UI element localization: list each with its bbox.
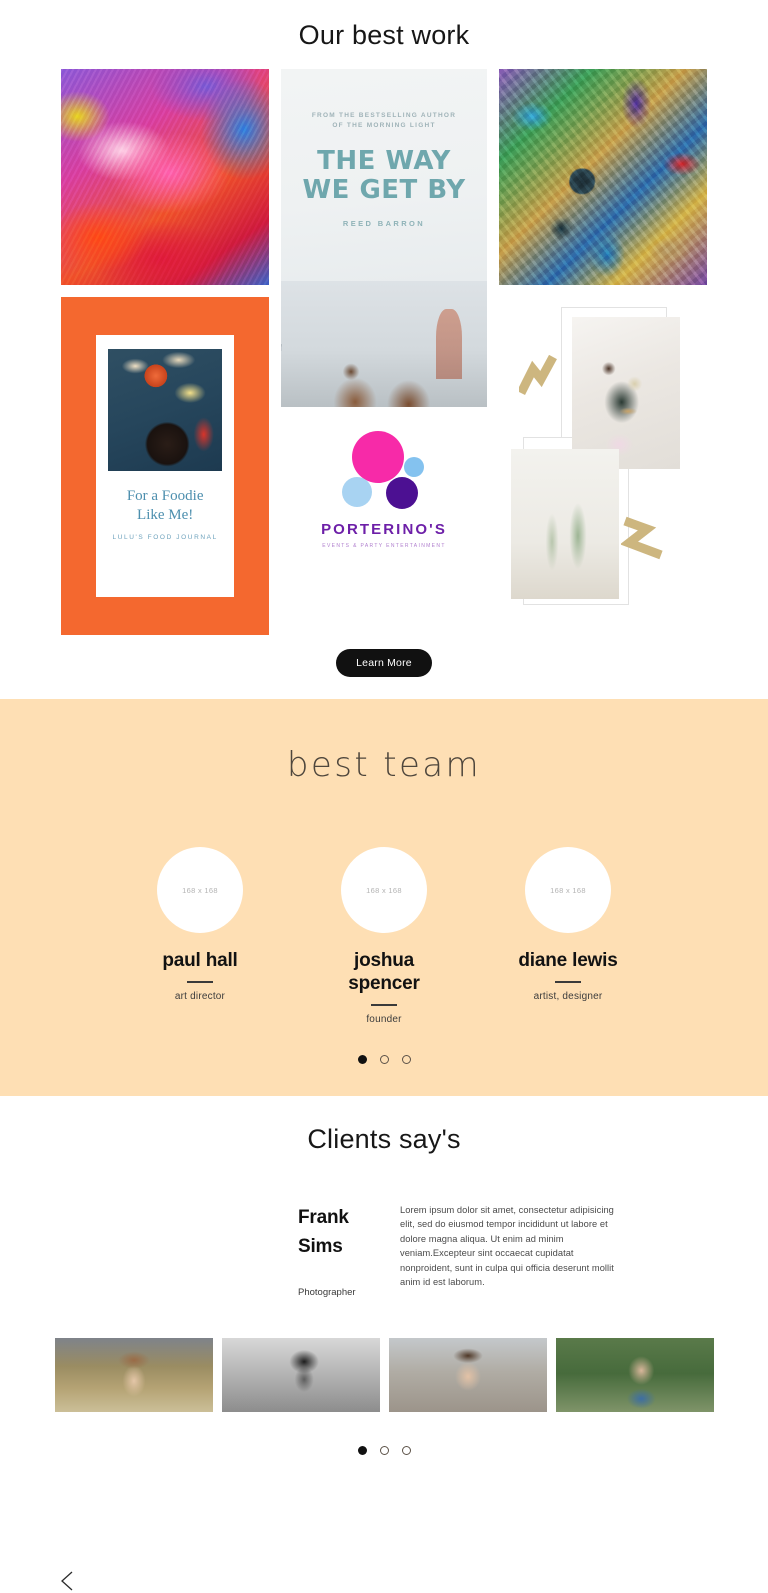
client-thumbnail-strip [0,1337,768,1412]
team-member-name: paul hall [162,950,238,971]
foodie-card: For a Foodie Like Me! LULU'S FOOD JOURNA… [96,335,235,597]
book-author: REED BARRON [342,219,426,228]
avatar-placeholder-label: 168 x 168 [550,885,586,895]
foodie-headline: For a Foodie Like Me! [127,487,204,525]
team-title: best team [286,745,482,785]
book-kicker-line1: FROM THE BESTSELLING AUTHOR [311,112,457,119]
clients-pagination-dot-2[interactable] [379,1445,389,1455]
clients-section: Clients say's Frank Sims Photographer Lo… [0,1095,768,1475]
portfolio-item-foodie-poster[interactable]: For a Foodie Like Me! LULU'S FOOD JOURNA… [61,297,270,635]
book-title-line1: THE WAY [317,146,451,176]
learn-more-wrapper: Learn More [0,635,768,699]
portfolio-item-friends-photo[interactable] [281,281,487,407]
testimonial-name-line1: Frank [298,1206,349,1228]
moodboard-photo-botanical [510,449,619,599]
divider [555,981,581,983]
client-thumb-young-man[interactable] [388,1337,547,1412]
divider [187,981,213,983]
foodie-headline-line1: For a Foodie [126,488,204,504]
testimonial-role: Photographer [298,1286,356,1298]
book-kicker: FROM THE BESTSELLING AUTHOR OF THE MORNI… [312,111,456,131]
client-thumb-older-man[interactable] [555,1337,714,1412]
learn-more-button[interactable]: Learn More [336,649,432,677]
foodie-subline: LULU'S FOOD JOURNAL [112,534,218,541]
portfolio-item-porterinos-logo[interactable]: PORTERINO'S EVENTS & PARTY ENTERTAINMENT [281,407,487,573]
client-thumb-woman-hat[interactable] [54,1337,213,1412]
logo-circle-lightblue-icon [404,457,424,477]
avatar: 168 x 168 [525,847,611,933]
page-title: Our best work [298,20,470,50]
avatar: 168 x 168 [341,847,427,933]
testimonial-quote: Lorem ipsum dolor sit amet, consectetur … [400,1204,614,1288]
team-pagination-dot-3[interactable] [401,1054,411,1064]
moodboard-zigzag-top-icon [518,355,557,396]
team-member-role: art director [174,990,226,1002]
testimonial-name-line2: Sims [298,1235,343,1257]
clients-title: Clients say's [307,1123,461,1154]
best-work-section: Our best work For a Foodie Like Me! LULU… [0,0,768,699]
moodboard-photo-flatlay [571,317,680,469]
testimonial-name: Frank Sims [298,1203,370,1261]
portfolio-grid: For a Foodie Like Me! LULU'S FOOD JOURNA… [61,69,708,635]
portfolio-item-abstract-paint[interactable] [61,69,270,285]
team-member-role: artist, designer [533,990,603,1002]
portfolio-item-moodboard[interactable] [498,297,708,623]
avatar: 168 x 168 [157,847,243,933]
team-member-card[interactable]: 168 x 168 diane lewis artist, designer [505,847,631,1002]
clients-pagination-dot-3[interactable] [401,1445,411,1455]
team-pagination-dot-2[interactable] [379,1054,389,1064]
logo-circle-purple-icon [386,477,418,509]
client-thumb-woman-bw[interactable] [221,1337,380,1412]
porterinos-logo-name: PORTERINO'S [321,521,447,538]
portfolio-item-book-cover[interactable]: FROM THE BESTSELLING AUTHOR OF THE MORNI… [281,69,487,281]
team-member-role: founder [366,1013,402,1025]
team-carousel: 168 x 168 paul hall art director 168 x 1… [0,847,768,1025]
porterinos-logo-tagline: EVENTS & PARTY ENTERTAINMENT [322,543,446,549]
logo-circle-pink-icon [352,431,404,483]
avatar-placeholder-label: 168 x 168 [366,885,402,895]
team-member-name: joshua spencer [348,950,420,994]
logo-circle-blue-icon [342,477,372,507]
book-title: THE WAY WE GET BY [302,147,465,205]
clients-pagination [0,1445,768,1455]
porterinos-logo-marks [336,431,432,509]
team-prev-arrow-icon[interactable] [56,1569,80,1593]
divider [371,1004,397,1006]
foodie-photo [108,349,223,471]
clients-pagination-dot-1[interactable] [357,1445,367,1455]
book-kicker-line2: OF THE MORNING LIGHT [332,122,436,129]
team-pagination-dot-1[interactable] [357,1054,367,1064]
team-member-name: diane lewis [518,950,618,971]
book-title-line2: WE GET BY [302,175,466,205]
foodie-headline-line2: Like Me! [137,507,194,523]
best-team-section: best team 168 x 168 paul hall art direct… [0,699,768,1591]
portfolio-column-right [498,69,708,623]
team-member-card[interactable]: 168 x 168 paul hall art director [137,847,263,1002]
portfolio-column-left: For a Foodie Like Me! LULU'S FOOD JOURNA… [61,69,270,635]
testimonial: Frank Sims Photographer Lorem ipsum dolo… [298,1203,630,1298]
team-pagination [0,1054,768,1064]
portfolio-column-center: FROM THE BESTSELLING AUTHOR OF THE MORNI… [281,69,487,573]
avatar-placeholder-label: 168 x 168 [182,885,218,895]
testimonial-person: Frank Sims Photographer [298,1203,370,1298]
team-next-arrow-icon[interactable] [688,1569,712,1593]
team-member-card[interactable]: 168 x 168 joshua spencer founder [321,847,447,1025]
moodboard-zigzag-bottom-icon [620,516,663,560]
portfolio-item-graffiti[interactable] [498,69,708,285]
